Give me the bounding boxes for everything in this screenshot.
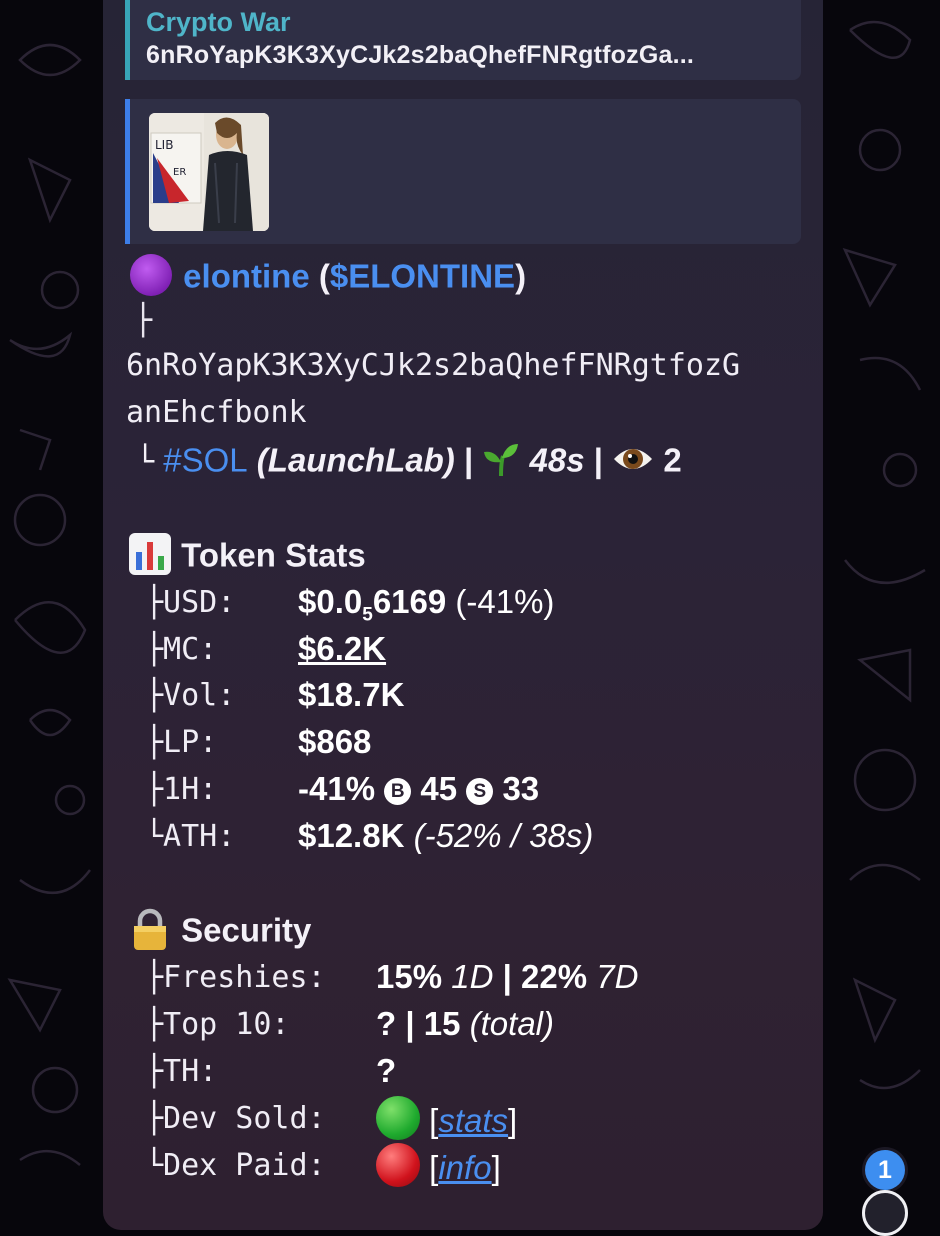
volume-value: $18.7K bbox=[298, 676, 405, 713]
dex-paid-info-link[interactable]: info bbox=[438, 1149, 491, 1186]
meta-separator-1: | bbox=[463, 441, 474, 479]
red-circle-icon bbox=[376, 1143, 420, 1187]
dev-sold-open-bracket: [ bbox=[429, 1102, 439, 1139]
ath-value: $12.8K bbox=[298, 817, 405, 854]
unread-count-badge[interactable]: 1 bbox=[865, 1150, 905, 1190]
freshies-7d-pct: 22% bbox=[521, 958, 588, 995]
freshies-label: ├Freshies: bbox=[145, 960, 326, 995]
purple-circle-icon bbox=[128, 252, 174, 306]
meta-tree-end: └ bbox=[136, 444, 155, 480]
scroll-down-button[interactable] bbox=[862, 1190, 908, 1236]
ticker-open-paren: ( bbox=[318, 257, 330, 295]
security-heading-row: Security bbox=[128, 907, 311, 959]
sell-count: 33 bbox=[502, 770, 540, 807]
freshies-separator: | bbox=[502, 958, 512, 995]
reply-title: Crypto War bbox=[146, 7, 291, 37]
dev-sold-stats-link[interactable]: stats bbox=[438, 1102, 508, 1139]
sell-badge-icon: S bbox=[466, 778, 494, 805]
usd-value-row: $0.056169 (-41%) bbox=[298, 583, 554, 627]
eye-icon bbox=[612, 440, 654, 486]
token-meta-row: └ #SOL (LaunchLab) | 48s | 2 bbox=[136, 440, 682, 486]
lp-label: ├LP: bbox=[145, 725, 218, 760]
address-branch: ├ bbox=[134, 303, 153, 338]
green-circle-icon bbox=[376, 1096, 420, 1140]
svg-text:ER: ER bbox=[173, 167, 186, 178]
freshies-row: 15% 1D | 22% 7D bbox=[376, 958, 638, 996]
h1-label: ├1H: bbox=[145, 772, 218, 807]
platform-label: (LaunchLab) bbox=[256, 441, 455, 479]
mc-label: ├MC: bbox=[145, 632, 218, 667]
h1-change: -41% bbox=[298, 770, 376, 807]
svg-text:LIB: LIB bbox=[155, 138, 173, 152]
buy-badge-icon: B bbox=[384, 778, 412, 805]
seedling-icon bbox=[482, 440, 520, 486]
dex-paid-close-bracket: ] bbox=[491, 1149, 501, 1186]
token-stats-heading-row: Token Stats bbox=[128, 532, 366, 584]
media-preview[interactable]: LIB ER bbox=[125, 99, 801, 244]
token-stats-heading: Token Stats bbox=[181, 536, 366, 574]
freshies-1d-pct: 15% bbox=[376, 958, 443, 995]
usd-label: ├USD: bbox=[145, 585, 236, 620]
dev-sold-label: ├Dev Sold: bbox=[145, 1101, 326, 1136]
token-header: elontine ($ELONTINE) bbox=[128, 252, 526, 306]
token-name-link[interactable]: elontine bbox=[183, 258, 310, 295]
dex-paid-row: [info] bbox=[376, 1143, 501, 1187]
ticker-link[interactable]: $ELONTINE bbox=[330, 258, 515, 295]
top10-row: ? | 15 (total) bbox=[376, 1005, 554, 1043]
liquidity-value: $868 bbox=[298, 723, 372, 760]
freshies-7d-unit: 7D bbox=[596, 958, 639, 995]
dev-sold-close-bracket: ] bbox=[508, 1102, 518, 1139]
security-heading: Security bbox=[181, 911, 312, 949]
h1-row: -41% B 45 S 33 bbox=[298, 770, 539, 808]
top10-unknown: ? bbox=[376, 1005, 397, 1042]
market-cap-link[interactable]: $6.2K bbox=[298, 630, 386, 668]
bar-chart-icon bbox=[128, 532, 172, 584]
chain-hashtag[interactable]: #SOL bbox=[163, 442, 247, 479]
top10-separator: | bbox=[405, 1005, 415, 1042]
top10-total-label: (total) bbox=[469, 1005, 554, 1042]
dex-paid-label: └Dex Paid: bbox=[145, 1148, 326, 1183]
reply-text: 6nRoYapK3K3XyCJk2s2baQhefFNRgtfozGa... bbox=[146, 41, 695, 69]
ath-detail: (-52% / 38s) bbox=[413, 817, 594, 854]
usd-price-zeros: 5 bbox=[362, 604, 373, 626]
buy-count: 45 bbox=[420, 770, 458, 807]
usd-price-suffix: 6169 bbox=[372, 583, 447, 620]
freshies-1d-unit: 1D bbox=[451, 958, 494, 995]
meta-separator-2: | bbox=[593, 441, 603, 479]
contract-address-line2[interactable]: anEhcfbonk bbox=[126, 395, 307, 430]
view-count: 2 bbox=[663, 441, 682, 479]
vol-label: ├Vol: bbox=[145, 678, 236, 713]
th-value: ? bbox=[376, 1052, 397, 1089]
ath-label: └ATH: bbox=[145, 819, 236, 854]
usd-change: (-41%) bbox=[455, 583, 555, 620]
dev-sold-row: [stats] bbox=[376, 1096, 517, 1140]
usd-price-prefix: $0.0 bbox=[298, 583, 363, 620]
th-label: ├TH: bbox=[145, 1054, 218, 1089]
top10-total: 15 bbox=[423, 1005, 461, 1042]
lock-icon bbox=[128, 907, 172, 959]
dex-paid-open-bracket: [ bbox=[429, 1149, 439, 1186]
thumbnail-image: LIB ER bbox=[149, 113, 269, 231]
contract-address-line1[interactable]: 6nRoYapK3K3XyCJk2s2baQhefFNRgtfozG bbox=[126, 348, 740, 383]
media-thumbnail[interactable]: LIB ER bbox=[149, 113, 269, 231]
top10-label: ├Top 10: bbox=[145, 1007, 290, 1042]
token-age: 48s bbox=[529, 441, 585, 479]
ticker-close-paren: ) bbox=[515, 257, 527, 295]
ath-row: $12.8K (-52% / 38s) bbox=[298, 817, 593, 855]
reply-preview[interactable]: Crypto War 6nRoYapK3K3XyCJk2s2baQhefFNRg… bbox=[125, 0, 801, 80]
